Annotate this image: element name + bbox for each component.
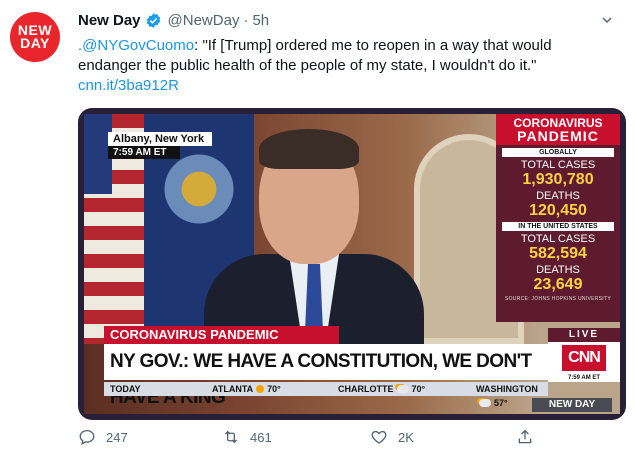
video-media[interactable]: Albany, New York 7:59 AM ET CORONAVIRUS … [78,108,626,420]
partly-cloudy-icon [396,385,409,393]
weather-ticker: TODAY ATLANTA 70° CHARLOTTE 70° WASHINGTON… [104,382,548,408]
avatar[interactable]: NEW DAY [10,12,60,62]
partly-cloudy-icon [479,399,491,407]
us-cases-value: 582,594 [529,245,587,262]
panel-title: CORONAVIRUS PANDEMIC [496,114,620,145]
like-button[interactable]: 2K [370,428,414,446]
ticker-temp-2: 70° [411,384,426,394]
retweet-count: 461 [250,429,272,445]
tweet-text: .@NYGovCuomo: "If [Trump] ordered me to … [78,36,618,96]
ticker-city-2: CHARLOTTE 70° [338,382,425,396]
tweet-actions: 247 461 2K [78,428,558,448]
tweet-link[interactable]: cnn.it/3ba912R [78,77,179,94]
avatar-line-2: DAY [20,35,50,51]
ticker-city-3-name: WASHINGTON [476,384,538,394]
retweet-icon [224,430,238,444]
cnn-logo: CNN [562,345,606,371]
sun-icon [256,385,265,393]
globally-label: GLOBALLY [502,148,614,157]
global-deaths-value: 120,450 [529,202,587,219]
ticker-temp-3: 57° [494,398,508,408]
reply-icon [79,429,95,446]
share-button[interactable] [516,428,544,446]
global-cases-label: TOTAL CASES [520,159,596,171]
headline-chyron: NY GOV.: WE HAVE A CONSTITUTION, WE DON'… [104,344,548,408]
us-cases-label: TOTAL CASES [520,233,596,245]
tweet-time[interactable]: 5h [252,12,269,29]
tweet-header: New Day @NewDay · 5h [78,12,615,29]
chevron-down-icon[interactable] [599,12,615,28]
ticker-city-1-name: ATLANTA [212,384,254,394]
ticker-city-2-name: CHARLOTTE [338,384,394,394]
us-label: IN THE UNITED STATES [502,222,614,231]
global-deaths-label: DEATHS [536,190,580,202]
global-cases-value: 1,930,780 [522,171,594,188]
banner-label: CORONAVIRUS PANDEMIC [104,326,339,344]
ticker-city-1: ATLANTA 70° [212,382,281,396]
like-count: 2K [398,429,414,445]
reply-count: 247 [106,429,128,445]
ticker-today: TODAY [110,384,141,394]
speaker-figure [204,124,424,364]
retweet-button[interactable]: 461 [222,428,272,446]
share-icon [518,429,532,444]
show-label: NEW DAY [532,398,612,412]
time-tag: 7:59 AM ET [108,146,180,159]
reply-button[interactable]: 247 [78,428,128,446]
mention-link[interactable]: .@NYGovCuomo [78,37,194,54]
stats-panel: CORONAVIRUS PANDEMIC GLOBALLY TOTAL CASE… [496,114,620,322]
verified-badge-icon [146,13,160,28]
us-deaths-value: 23,649 [533,276,583,293]
panel-source: SOURCE: JOHNS HOPKINS UNIVERSITY [504,296,611,302]
us-deaths-label: DEATHS [536,264,580,276]
display-name[interactable]: New Day [78,12,141,29]
network-bug: CNN 7:59 AM ET [548,342,620,382]
location-tag: Albany, New York [108,132,212,146]
panel-title-line-2: PANDEMIC [517,128,599,144]
video-frame: Albany, New York 7:59 AM ET CORONAVIRUS … [84,114,620,414]
ticker-temp-1: 70° [267,384,281,394]
network-time: 7:59 AM ET [567,375,601,381]
handle[interactable]: @NewDay [168,12,240,29]
live-badge: LIVE [548,328,620,342]
heart-icon [371,430,387,444]
separator-dot: · [243,12,249,29]
